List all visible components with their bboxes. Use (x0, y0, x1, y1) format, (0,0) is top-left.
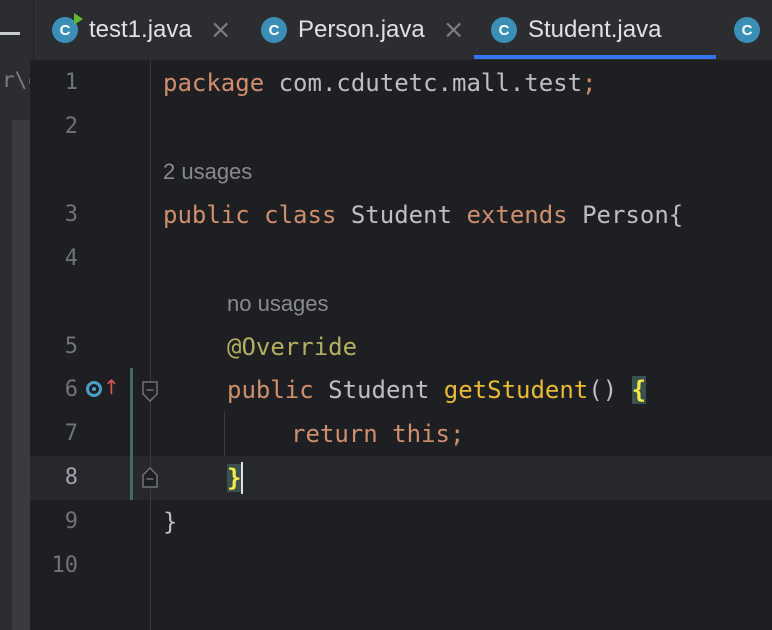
code-line-9[interactable]: } (163, 500, 177, 544)
tab-test1-java[interactable]: C test1.java × (52, 0, 232, 60)
line-number: 7 (64, 421, 78, 446)
line-number: 3 (64, 202, 78, 227)
fold-close-icon[interactable] (141, 466, 159, 488)
project-panel-edge: r\cd (0, 60, 30, 630)
close-tab-icon[interactable]: × (443, 15, 465, 45)
tab-student-java[interactable]: C Student.java (474, 0, 716, 60)
project-panel-scroll (12, 120, 30, 630)
tab-label: test1.java (89, 16, 192, 43)
go-to-super-arrow-icon[interactable]: ↑ (103, 377, 120, 397)
java-class-icon: C (734, 17, 760, 43)
java-class-run-icon: C (52, 13, 83, 43)
annotation: @Override (227, 333, 358, 361)
tab-person-java[interactable]: C Person.java × (261, 0, 465, 60)
keyword: public (227, 376, 314, 404)
line-number: 1 (64, 70, 78, 95)
indent-guide (224, 412, 225, 456)
matched-brace: { (631, 376, 647, 404)
class-name: Student (350, 201, 453, 229)
keyword: class (264, 201, 337, 229)
tab-overflow-partial[interactable]: C (734, 0, 771, 60)
tab-bar-divider (33, 0, 34, 60)
code-line-5[interactable]: @Override (227, 325, 357, 369)
code-line-3[interactable]: public class Student extends Person{ (163, 193, 683, 237)
fold-open-icon[interactable] (141, 381, 159, 403)
matched-brace: } (227, 464, 242, 492)
project-path-fragment: r\cd (2, 68, 30, 92)
keyword: public (163, 201, 250, 229)
keyword: return (291, 420, 378, 448)
java-class-icon: C (261, 17, 287, 43)
closing-brace: } (163, 508, 178, 536)
line-number: 2 (64, 114, 78, 139)
line-number: 9 (64, 509, 78, 534)
line-number-current: 8 (64, 465, 78, 490)
parens: () (588, 376, 618, 404)
usages-hint[interactable]: 2 usages (163, 152, 252, 192)
usages-hint[interactable]: no usages (227, 284, 329, 324)
keyword: extends (466, 201, 568, 229)
line-number: 5 (64, 334, 78, 359)
minimize-icon[interactable] (0, 32, 20, 35)
code-line-8[interactable]: } (227, 456, 242, 500)
line-number: 4 (64, 246, 78, 271)
text-caret (241, 462, 243, 494)
close-tab-icon[interactable]: × (210, 15, 232, 45)
code-line-1[interactable]: package com.cdutetc.mall.test; (163, 61, 597, 105)
java-class-icon: C (491, 17, 517, 43)
code-line-7[interactable]: return this; (291, 412, 464, 456)
return-type: Student (328, 376, 430, 404)
package-name: com.cdutetc.mall.test (264, 69, 583, 97)
active-tab-indicator (474, 55, 716, 59)
semicolon: ; (582, 69, 597, 97)
keyword: package (163, 69, 265, 97)
line-number: 10 (51, 553, 79, 578)
vcs-change-marker[interactable] (130, 368, 133, 500)
tab-label: Person.java (298, 16, 425, 43)
semicolon: ; (449, 420, 465, 448)
line-number: 6 (64, 377, 78, 402)
gutter-divider (150, 60, 151, 630)
keyword: this (392, 420, 450, 448)
parent-class: Person{ (582, 201, 684, 229)
editor-tab-bar: C test1.java × C Person.java × C Student… (0, 0, 772, 60)
override-method-icon[interactable] (86, 381, 102, 397)
method-name: getStudent (443, 376, 589, 404)
code-line-6[interactable]: public Student getStudent() { (227, 368, 647, 412)
tab-label: Student.java (528, 16, 662, 43)
